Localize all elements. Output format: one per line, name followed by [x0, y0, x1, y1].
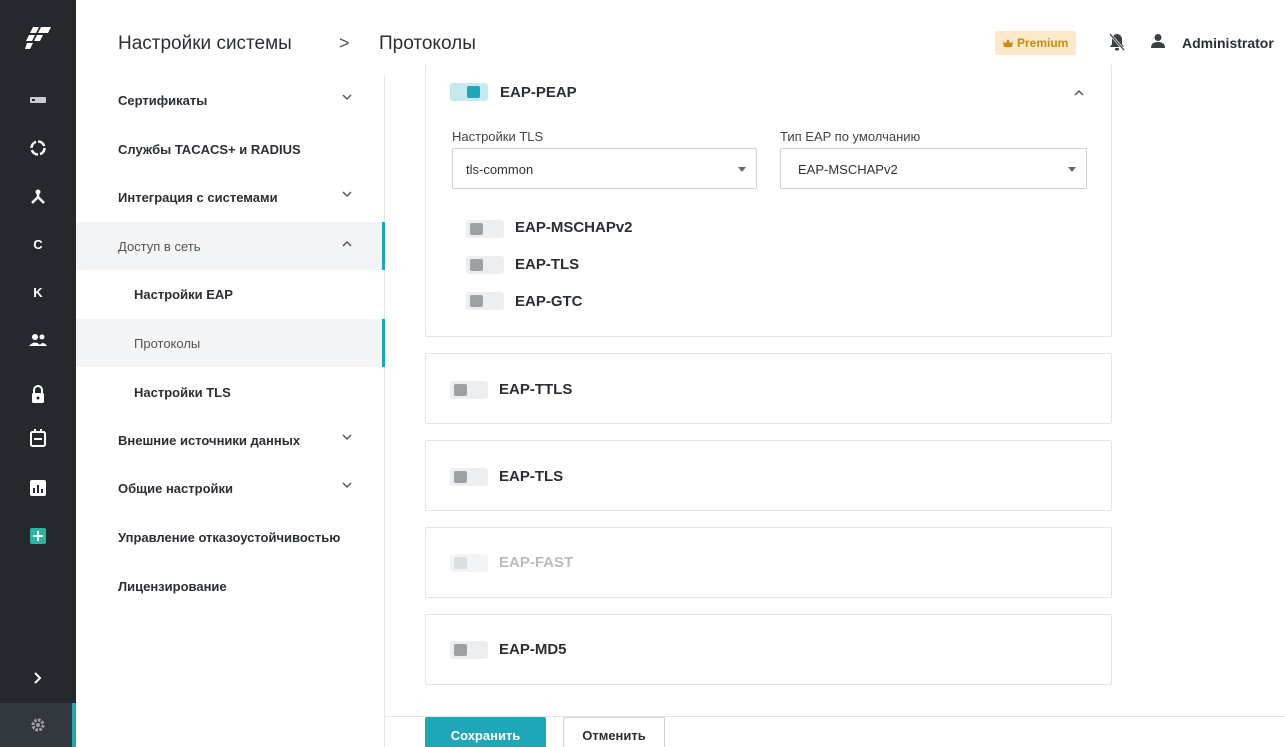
peap-title: EAP-PEAP — [500, 84, 577, 101]
tls-settings-select[interactable]: tls-common — [452, 148, 757, 189]
protocol-card-peap: EAP-PEAP Настройки TLS tls-common Тип EA… — [425, 64, 1112, 337]
default-eap-select[interactable]: EAP-MSCHAPv2 — [780, 148, 1087, 189]
sidebar-item-certificates[interactable]: Сертификаты — [76, 76, 384, 124]
calendar-icon[interactable] — [0, 414, 76, 462]
fast-title: EAP-FAST — [499, 554, 574, 571]
ttls-title: EAP-TTLS — [499, 381, 573, 398]
inner-toggle-tls[interactable] — [466, 256, 504, 274]
sidebar-item-tls-settings[interactable]: Настройки TLS — [76, 368, 384, 416]
inner-toggle-gtc[interactable] — [466, 292, 504, 310]
chevron-down-icon — [342, 434, 352, 441]
tls-toggle[interactable] — [450, 468, 488, 486]
bell-off-icon[interactable] — [1109, 33, 1125, 56]
sidebar-item-label: Настройки TLS — [134, 384, 231, 400]
sidebar-item-label: Общие настройки — [118, 480, 233, 496]
sidebar-item-licensing[interactable]: Лицензирование — [76, 562, 384, 610]
peap-toggle[interactable] — [450, 83, 488, 101]
protocol-card-ttls: EAP-TTLS — [425, 353, 1112, 424]
circle-icon[interactable] — [0, 124, 76, 172]
chevron-up-icon — [342, 240, 352, 247]
md5-toggle[interactable] — [450, 641, 488, 659]
plus-icon[interactable] — [0, 512, 76, 560]
default-eap-value: EAP-MSCHAPv2 — [798, 162, 898, 177]
sidebar-item-network-access[interactable]: Доступ в сеть — [76, 222, 385, 270]
cancel-button[interactable]: Отменить — [563, 717, 665, 747]
settings-icon[interactable] — [0, 703, 76, 747]
sidebar-item-label: Службы TACACS+ и RADIUS — [118, 141, 301, 157]
breadcrumb-root[interactable]: Настройки системы — [118, 33, 292, 55]
sidebar-item-label: Сертификаты — [118, 92, 208, 108]
sidebar-item-label: Внешние источники данных — [118, 432, 301, 448]
expand-icon[interactable] — [0, 654, 76, 702]
tls-title: EAP-TLS — [499, 468, 564, 485]
save-button[interactable]: Сохранить — [425, 717, 546, 747]
chevron-down-icon — [342, 191, 352, 198]
chevron-up-icon[interactable] — [1074, 89, 1084, 96]
sidebar-item-label: Доступ в сеть — [118, 238, 201, 254]
page-title: Протоколы — [379, 33, 476, 54]
users-icon[interactable] — [0, 316, 76, 364]
logo-icon[interactable] — [0, 0, 76, 76]
caret-down-icon — [1068, 167, 1076, 172]
user-icon[interactable] — [1150, 33, 1166, 54]
breadcrumb-separator: > — [339, 33, 350, 53]
username[interactable]: Administrator — [1182, 35, 1274, 51]
protocol-card-md5: EAP-MD5 — [425, 614, 1112, 685]
network-icon[interactable] — [0, 172, 76, 220]
inner-label-tls: EAP-TLS — [515, 256, 580, 273]
c-letter-icon[interactable]: C — [0, 220, 76, 268]
settings-sidebar: Сертификаты Службы TACACS+ и RADIUS Инте… — [76, 76, 385, 747]
chevron-down-icon — [342, 482, 352, 489]
sidebar-item-integration[interactable]: Интеграция с системами — [76, 173, 384, 221]
sidebar-item-label: Управление отказоустойчивостью — [118, 529, 341, 545]
chart-icon[interactable] — [0, 464, 76, 512]
sidebar-item-fault-tolerance[interactable]: Управление отказоустойчивостью — [76, 513, 384, 561]
premium-badge[interactable]: Premium — [995, 31, 1077, 55]
server-icon[interactable] — [0, 76, 76, 124]
sidebar-item-tacacs-radius[interactable]: Службы TACACS+ и RADIUS — [76, 125, 384, 173]
inner-label-gtc: EAP-GTC — [515, 293, 583, 310]
tls-settings-label: Настройки TLS — [452, 129, 544, 144]
ttls-toggle[interactable] — [450, 381, 488, 399]
icon-rail: C K — [0, 0, 76, 747]
sidebar-item-general-settings[interactable]: Общие настройки — [76, 464, 384, 512]
premium-label: Premium — [1017, 36, 1069, 50]
k-letter-icon[interactable]: K — [0, 268, 76, 316]
sidebar-item-label: Протоколы — [134, 335, 201, 351]
inner-label-mschapv2: EAP-MSCHAPv2 — [515, 219, 633, 236]
chevron-down-icon — [342, 94, 352, 101]
sidebar-item-label: Интеграция с системами — [118, 189, 278, 205]
sidebar-item-label: Настройки EAP — [134, 286, 233, 302]
default-eap-label: Тип EAP по умолчанию — [780, 129, 921, 144]
caret-down-icon — [738, 167, 746, 172]
sidebar-item-protocols[interactable]: Протоколы — [76, 319, 385, 367]
sidebar-item-label: Лицензирование — [118, 578, 227, 594]
protocol-card-fast: EAP-FAST — [425, 527, 1112, 598]
sidebar-item-external-sources[interactable]: Внешние источники данных — [76, 416, 384, 464]
tls-settings-value: tls-common — [466, 162, 534, 177]
md5-title: EAP-MD5 — [499, 641, 567, 658]
lock-icon[interactable] — [0, 370, 76, 418]
protocol-card-tls: EAP-TLS — [425, 440, 1112, 511]
fast-toggle — [450, 554, 488, 572]
inner-toggle-mschapv2[interactable] — [466, 220, 504, 238]
sidebar-item-eap-settings[interactable]: Настройки EAP — [76, 270, 384, 318]
crown-icon — [1003, 39, 1013, 47]
